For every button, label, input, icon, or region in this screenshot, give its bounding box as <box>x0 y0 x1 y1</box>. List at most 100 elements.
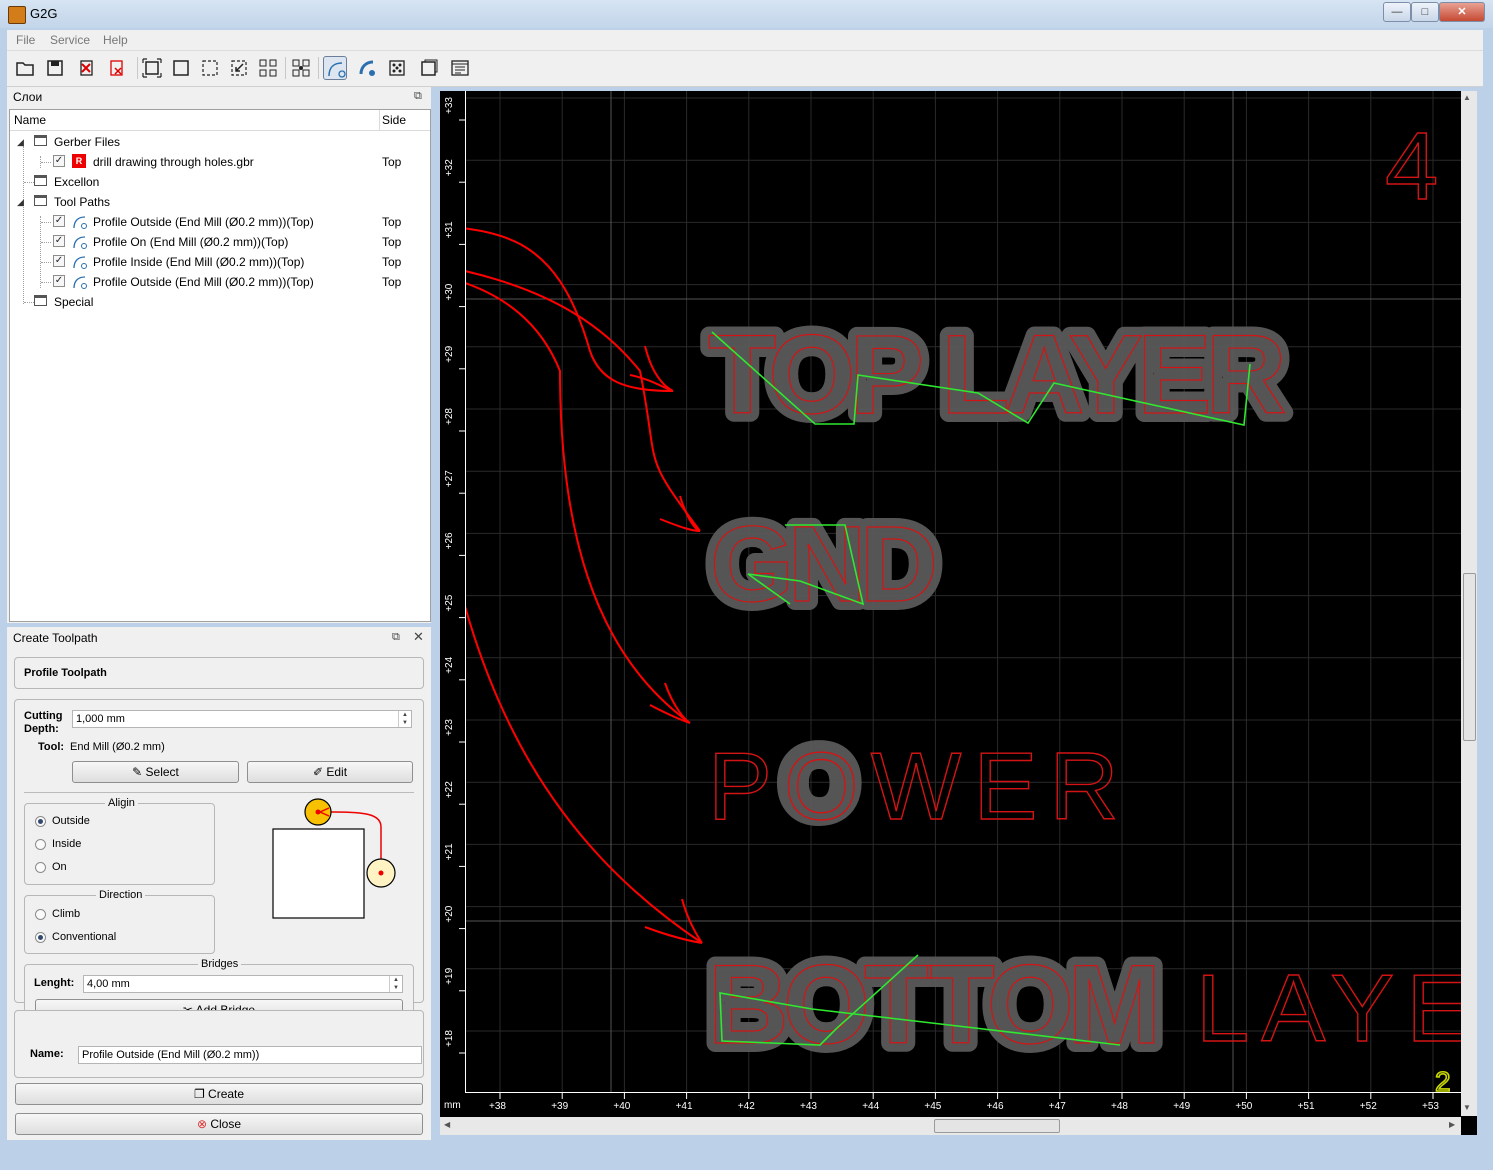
align-outside-label: Outside <box>52 815 90 827</box>
tree-item-toolpath[interactable]: ✓ Profile On (End Mill (Ø0.2 mm))(Top) T… <box>10 232 430 252</box>
tree-header: Name Side <box>10 110 430 131</box>
align-outside-radio[interactable] <box>35 816 46 827</box>
tree-item-tool-paths[interactable]: ◢ Tool Paths <box>10 192 430 212</box>
toolpath-name-box: Name: Profile Outside (End Mill (Ø0.2 mm… <box>14 1010 424 1078</box>
close-file-icon[interactable] <box>75 56 99 80</box>
layer-visibility-checkbox[interactable]: ✓ <box>53 275 65 287</box>
pencil-icon: ✎ <box>132 765 146 779</box>
scroll-down-icon[interactable]: ▼ <box>1463 1103 1471 1112</box>
toolpath-icon <box>73 256 87 269</box>
x-tick-label: +41 <box>676 1101 693 1112</box>
tree-item-toolpath[interactable]: ✓ Profile Inside (End Mill (Ø0.2 mm))(To… <box>10 252 430 272</box>
tree-item-excellon[interactable]: Excellon <box>10 172 430 192</box>
tree-item-toolpath[interactable]: ✓ Profile Outside (End Mill (Ø0.2 mm))(T… <box>10 272 430 292</box>
create-button[interactable]: ❐ Create <box>15 1083 423 1105</box>
toolpath-name-input[interactable]: Profile Outside (End Mill (Ø0.2 mm)) <box>78 1046 422 1064</box>
delete-icon[interactable] <box>105 56 129 80</box>
zoom-selection-icon[interactable] <box>198 56 222 80</box>
profile-toolpath-icon[interactable] <box>323 56 347 80</box>
y-tick-label: +32 <box>444 159 455 176</box>
scroll-left-icon[interactable]: ◀ <box>444 1120 450 1129</box>
layer-visibility-checkbox[interactable]: ✓ <box>53 255 65 267</box>
layer-visibility-checkbox[interactable]: ✓ <box>53 215 65 227</box>
app-logo-icon <box>8 6 26 24</box>
create-panel-title: Create Toolpath <box>13 631 98 645</box>
direction-conventional-label: Conventional <box>52 931 117 943</box>
create-toolpath-panel: Create Toolpath ⧉ ✕ Profile Toolpath Cut… <box>7 627 431 1140</box>
laye-text: LAYE <box>1196 955 1477 1062</box>
y-tick-label: +21 <box>444 843 455 860</box>
tool-value: End Mill (Ø0.2 mm) <box>70 741 165 753</box>
tree-item-label: Gerber Files <box>54 135 121 149</box>
x-tick-label: +53 <box>1422 1101 1439 1112</box>
menu-help[interactable]: Help <box>103 33 128 47</box>
y-tick-label: +28 <box>444 408 455 425</box>
cutting-depth-input[interactable]: 1,000 mm ▲ ▼ <box>72 710 412 728</box>
expand-arrow-icon[interactable]: ◢ <box>17 137 24 148</box>
align-legend: Aligin <box>105 797 138 809</box>
vertical-scroll-thumb[interactable] <box>1463 573 1476 741</box>
tree-item-special[interactable]: Special <box>10 292 430 312</box>
column-name[interactable]: Name <box>14 113 46 127</box>
vertical-scrollbar[interactable]: ▲ ▼ <box>1461 91 1477 1116</box>
horizontal-scroll-thumb[interactable] <box>934 1119 1060 1133</box>
tree-item-label: Profile Outside (End Mill (Ø0.2 mm))(Top… <box>93 215 314 229</box>
close-window-button[interactable]: ✕ <box>1439 2 1485 22</box>
gnd-trace: GND <box>710 503 934 624</box>
horizontal-scrollbar[interactable]: ◀ ▶ <box>440 1117 1461 1135</box>
tool-label: Tool: <box>38 741 65 753</box>
main-toolbar <box>7 51 1483 87</box>
pocket-toolpath-icon[interactable] <box>355 56 379 80</box>
canvas-graphics[interactable]: TOP LAYER GND BOTTOM O TOP LAYER GND BOT… <box>440 91 1477 1135</box>
folder-icon <box>34 195 47 206</box>
close-panel-icon[interactable]: ✕ <box>413 629 424 645</box>
tree-item-toolpath[interactable]: ✓ Profile Outside (End Mill (Ø0.2 mm))(T… <box>10 212 430 232</box>
layer-visibility-checkbox[interactable]: ✓ <box>53 235 65 247</box>
menu-service[interactable]: Service <box>50 33 90 47</box>
direction-conventional-radio[interactable] <box>35 932 46 943</box>
tree-item-gerber-files[interactable]: ◢ Gerber Files <box>10 132 430 152</box>
zoom-out-icon[interactable] <box>227 56 251 80</box>
minimize-button[interactable]: — <box>1383 2 1411 22</box>
zoom-fit-icon[interactable] <box>140 56 164 80</box>
bridge-length-input[interactable]: 4,00 mm ▲ ▼ <box>83 975 403 993</box>
column-side[interactable]: Side <box>382 113 406 127</box>
tree-item-gerber-file[interactable]: ✓ R drill drawing through holes.gbr Top <box>10 152 430 172</box>
align-on-radio[interactable] <box>35 862 46 873</box>
cutting-depth-spinner[interactable]: ▲ ▼ <box>398 711 411 727</box>
menu-file[interactable]: File <box>16 33 35 47</box>
drilling-icon[interactable] <box>385 56 409 80</box>
y-tick-label: +25 <box>444 594 455 611</box>
edit-tool-button[interactable]: ✐ Edit <box>247 761 413 783</box>
save-icon[interactable] <box>43 56 67 80</box>
zoom-in-icon[interactable] <box>256 56 280 80</box>
scroll-right-icon[interactable]: ▶ <box>1449 1120 1455 1129</box>
close-button[interactable]: ⊗ Close <box>15 1113 423 1135</box>
material-setup-icon[interactable] <box>417 56 441 80</box>
tree-item-label: Profile Inside (End Mill (Ø0.2 mm))(Top) <box>93 255 305 269</box>
y-tick-label: +20 <box>444 905 455 922</box>
maximize-button[interactable]: □ <box>1411 2 1439 22</box>
select-tool-button[interactable]: ✎ Select <box>72 761 239 783</box>
toolpath-icon <box>73 276 87 289</box>
pcb-canvas[interactable]: TOP LAYER GND BOTTOM O TOP LAYER GND BOT… <box>440 91 1477 1135</box>
layers-panel-title: Слои <box>13 90 43 104</box>
open-file-icon[interactable] <box>13 56 37 80</box>
float-panel-icon[interactable]: ⧉ <box>414 90 422 103</box>
expand-arrow-icon[interactable]: ◢ <box>17 197 24 208</box>
close-icon: ⊗ <box>196 1117 211 1131</box>
toolpath-settings-icon[interactable] <box>448 56 472 80</box>
float-panel-icon[interactable]: ⧉ <box>392 631 400 644</box>
tree-item-side: Top <box>382 255 402 269</box>
bridge-length-spinner[interactable]: ▲ ▼ <box>389 976 402 992</box>
autoplace-icon[interactable] <box>289 56 313 80</box>
bridge-length-value: 4,00 mm <box>87 978 130 990</box>
scroll-up-icon[interactable]: ▲ <box>1463 93 1471 102</box>
zoom-board-icon[interactable] <box>169 56 193 80</box>
align-inside-radio[interactable] <box>35 839 46 850</box>
tree-item-side: Top <box>382 275 402 289</box>
layer-visibility-checkbox[interactable]: ✓ <box>53 155 65 167</box>
y-tick-label: +23 <box>444 719 455 736</box>
bridges-legend: Bridges <box>198 958 242 970</box>
direction-climb-radio[interactable] <box>35 909 46 920</box>
